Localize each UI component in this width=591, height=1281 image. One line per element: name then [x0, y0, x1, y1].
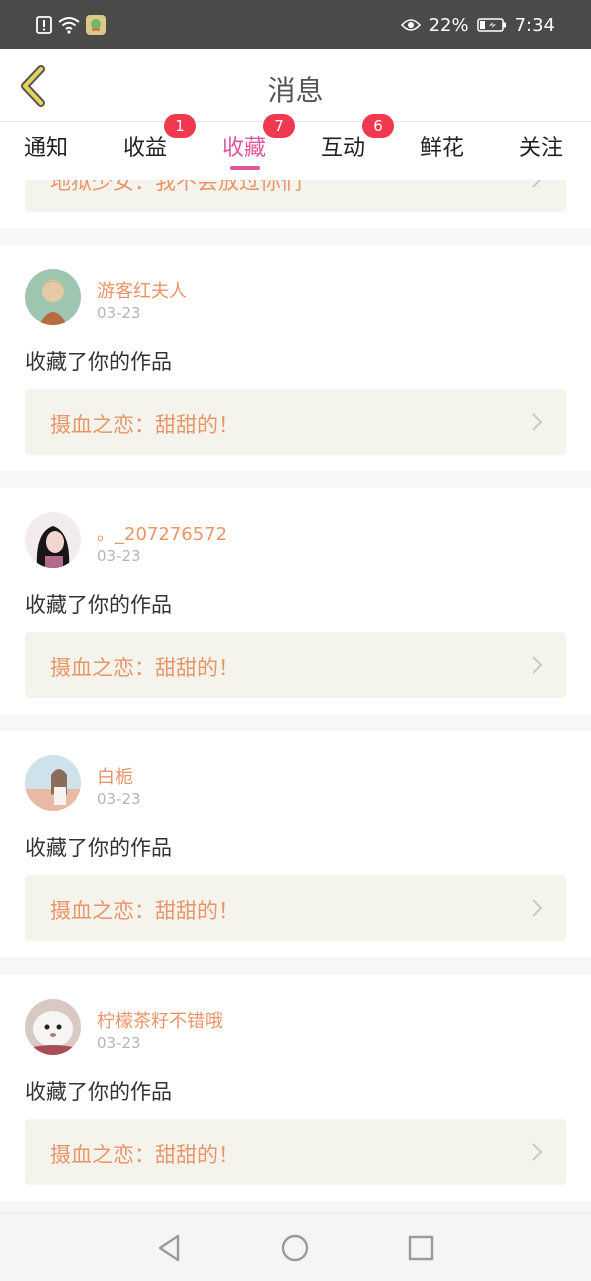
back-triangle-icon[interactable]: [154, 1233, 184, 1263]
chevron-right-icon: [532, 656, 543, 674]
username[interactable]: 白栀: [97, 763, 133, 789]
list-item: 地狱少女：我不会放过你们: [0, 180, 591, 228]
action-text: 收藏了你的作品: [25, 593, 172, 617]
chevron-right-icon: [532, 180, 542, 188]
chevron-right-icon: [532, 1143, 543, 1161]
avatar[interactable]: [25, 269, 81, 325]
page-title: 消息: [267, 74, 324, 107]
date: 03-23: [97, 547, 141, 565]
app-notification-icon: [86, 15, 106, 35]
action-text: 收藏了你的作品: [25, 836, 172, 860]
clock: 7:34: [514, 14, 555, 36]
tab-interactions[interactable]: 互动: [321, 130, 365, 162]
work-link[interactable]: 摄血之恋：甜甜的！: [25, 1119, 566, 1185]
work-link[interactable]: 摄血之恋：甜甜的！: [25, 389, 566, 455]
list-item: 柠檬茶籽不错哦 03-23 收藏了你的作品 摄血之恋：甜甜的！: [0, 975, 591, 1201]
chevron-right-icon: [532, 899, 543, 917]
list-item: 。_207276572 03-23 收藏了你的作品 摄血之恋：甜甜的！: [0, 488, 591, 714]
favorites-feed[interactable]: 地狱少女：我不会放过你们 游客红夫人 03-23 收藏了你的作品 摄血之恋：甜甜…: [0, 180, 591, 1212]
battery-percent: 22%: [428, 14, 469, 36]
system-nav-bar: [0, 1212, 591, 1281]
eye-icon: [400, 18, 421, 32]
username[interactable]: 。_207276572: [97, 520, 227, 546]
tab-favorites[interactable]: 收藏: [222, 130, 266, 162]
work-title: 摄血之恋：甜甜的！: [50, 899, 239, 923]
username[interactable]: 柠檬茶籽不错哦: [97, 1007, 223, 1033]
battery-icon: [476, 18, 507, 32]
action-text: 收藏了你的作品: [25, 350, 172, 374]
active-tab-indicator: [230, 166, 260, 170]
avatar[interactable]: [25, 999, 81, 1055]
date: 03-23: [97, 304, 141, 322]
tab-following[interactable]: 关注: [519, 130, 563, 162]
tab-notifications[interactable]: 通知: [24, 130, 68, 162]
tab-flowers[interactable]: 鲜花: [420, 130, 464, 162]
date: 03-23: [97, 1034, 141, 1052]
recents-square-icon[interactable]: [406, 1233, 436, 1263]
avatar[interactable]: [25, 755, 81, 811]
avatar[interactable]: [25, 512, 81, 568]
work-title: 摄血之恋：甜甜的！: [50, 1143, 239, 1167]
work-link[interactable]: 摄血之恋：甜甜的！: [25, 875, 566, 941]
work-link[interactable]: 地狱少女：我不会放过你们: [25, 180, 566, 212]
username[interactable]: 游客红夫人: [97, 277, 187, 303]
action-text: 收藏了你的作品: [25, 1080, 172, 1104]
tab-bar: 通知 收益 1 收藏 7 互动 6 鲜花 关注: [0, 114, 591, 180]
wifi-icon: [58, 16, 80, 34]
earnings-badge: 1: [164, 114, 196, 138]
chevron-right-icon: [532, 413, 543, 431]
alert-icon: [36, 16, 52, 34]
work-title: 摄血之恋：甜甜的！: [50, 413, 239, 437]
work-title: 摄血之恋：甜甜的！: [50, 656, 239, 680]
date: 03-23: [97, 790, 141, 808]
work-link[interactable]: 摄血之恋：甜甜的！: [25, 632, 566, 698]
work-title: 地狱少女：我不会放过你们: [50, 180, 302, 194]
interactions-badge: 6: [362, 114, 394, 138]
home-circle-icon[interactable]: [280, 1233, 310, 1263]
status-bar: 22% 7:34: [0, 0, 591, 49]
header: 消息: [0, 49, 591, 122]
tab-earnings[interactable]: 收益: [123, 130, 167, 162]
list-item: 游客红夫人 03-23 收藏了你的作品 摄血之恋：甜甜的！: [0, 245, 591, 471]
favorites-badge: 7: [263, 114, 295, 138]
list-item: 白栀 03-23 收藏了你的作品 摄血之恋：甜甜的！: [0, 731, 591, 957]
